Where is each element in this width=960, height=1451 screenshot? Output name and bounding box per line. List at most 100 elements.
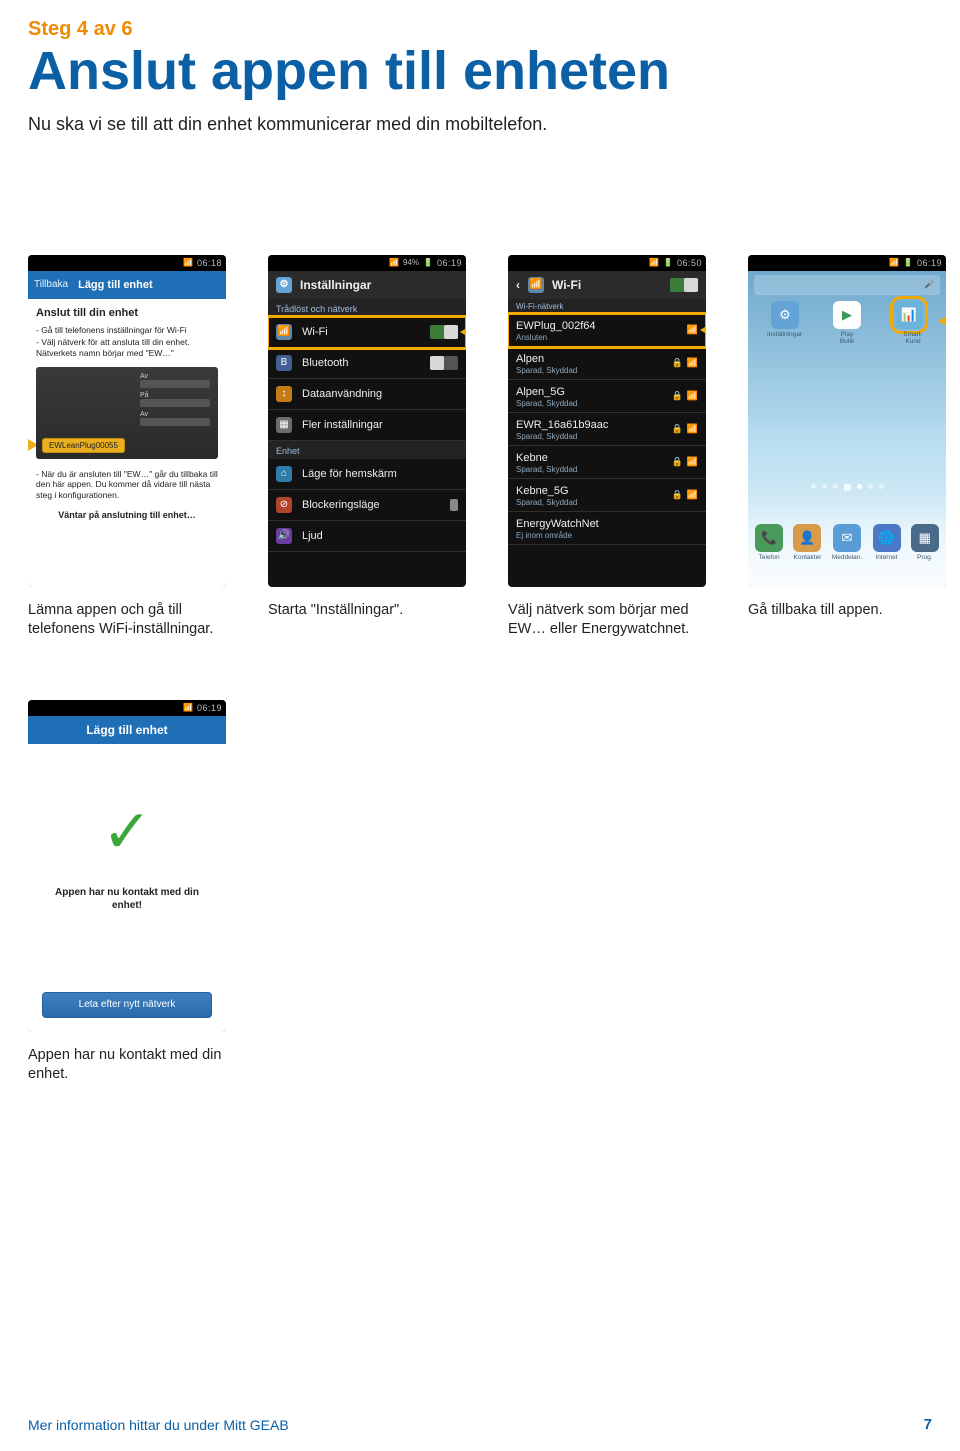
wifi-settings-preview: Av På Av EWLeanPlug00055 <box>36 367 218 459</box>
network-item[interactable]: EnergyWatchNet Ej inom område <box>508 512 706 545</box>
page-number: 7 <box>924 1416 932 1433</box>
success-body: ✓ Appen har nu kontakt med din enhet! Le… <box>28 744 226 1032</box>
caption: Gå tillbaka till appen. <box>748 601 946 621</box>
app-header: Tillbaka Lägg till enhet <box>28 271 226 299</box>
signal-icon: 📶 <box>389 258 399 267</box>
dock-internet[interactable]: 🌐 Internet <box>873 524 901 561</box>
phone-icon: 📞 <box>755 524 783 552</box>
footer-note: - När du är ansluten till "EW…" går du t… <box>36 469 218 501</box>
signal-icon: 📶 <box>649 258 659 267</box>
google-search-widget[interactable]: 🎤 <box>754 275 940 295</box>
network-item[interactable]: Alpen Sparad, Skyddad 🔒📶 <box>508 347 706 380</box>
dock-label: Prog. <box>917 554 933 561</box>
block-toggle[interactable] <box>450 499 458 511</box>
dock-label: Telefon <box>759 554 780 561</box>
network-item[interactable]: EWR_16a61b9aac Sparad, Skyddad 🔒📶 <box>508 413 706 446</box>
statusbar: 📶 06:19 <box>28 700 226 716</box>
home-wallpaper: 🎤 ⚙ ▶ 📊 Inställningar Play Butik Smart-K… <box>748 271 946 587</box>
app-play-store[interactable]: ▶ <box>833 301 861 329</box>
dock-messages[interactable]: ✉ Meddelan. <box>832 524 862 561</box>
clock: 06:19 <box>437 258 462 268</box>
list-item: - Gå till telefonens inställningar för W… <box>36 325 218 336</box>
wifi-toggle[interactable] <box>430 325 458 339</box>
header-title: Lägg till enhet <box>78 279 153 291</box>
network-item[interactable]: Alpen_5G Sparad, Skyddad 🔒📶 <box>508 380 706 413</box>
network-status: Ej inom område <box>516 531 698 540</box>
back-chevron-icon[interactable]: ‹ <box>516 278 520 292</box>
caption: Appen har nu kontakt med din enhet. <box>28 1046 226 1085</box>
settings-label: Blockeringsläge <box>302 499 440 511</box>
wifi-icon: 📶 <box>528 277 544 293</box>
screenshot-settings: 📶 94% 🔋 06:19 ⚙ Inställningar Trådlöst o… <box>268 255 466 587</box>
col-3: 📶 🔋 06:50 ‹ 📶 Wi-Fi Wi-Fi-nätverk EWPlug… <box>508 255 706 640</box>
network-item[interactable]: Kebne_5G Sparad, Skyddad 🔒📶 <box>508 479 706 512</box>
col-5: 📶 06:19 Lägg till enhet ✓ Appen har nu k… <box>28 700 226 1085</box>
wifi-icon: 📶 <box>276 324 292 340</box>
app-label: Inställningar <box>767 331 795 345</box>
battery-icon: 🔋 <box>423 258 433 267</box>
back-button[interactable]: Tillbaka <box>34 279 68 290</box>
screenshot-success: 📶 06:19 Lägg till enhet ✓ Appen har nu k… <box>28 700 226 1032</box>
network-item-highlight[interactable]: EWPlug_002f64 Ansluten 📶 <box>508 314 706 347</box>
network-status: Ansluten <box>516 333 698 342</box>
home-app-labels: Inställningar Play Butik Smart-Kund <box>748 331 946 345</box>
settings-row-home[interactable]: ⌂ Läge för hemskärm <box>268 459 466 490</box>
settings-row-data[interactable]: ↕ Dataanvändning <box>268 379 466 410</box>
app-smartkund[interactable]: 📊 <box>895 301 923 329</box>
settings-row-sound[interactable]: 🔊 Ljud <box>268 521 466 552</box>
clock: 06:19 <box>197 703 222 713</box>
settings-label: Fler inställningar <box>302 419 458 431</box>
statusbar: 📶 94% 🔋 06:19 <box>268 255 466 271</box>
footer-text: Mer information hittar du under Mitt GEA… <box>28 1417 289 1433</box>
network-item[interactable]: Kebne Sparad, Skyddad 🔒📶 <box>508 446 706 479</box>
wifi-signal-icon: 📶 <box>687 390 698 401</box>
globe-icon: 🌐 <box>873 524 901 552</box>
bluetooth-toggle[interactable] <box>430 356 458 370</box>
wifi-title: Wi-Fi <box>552 278 581 292</box>
clock: 06:18 <box>197 258 222 268</box>
signal-icon: 📶 <box>183 258 193 267</box>
dock-phone[interactable]: 📞 Telefon <box>755 524 783 561</box>
step-label: Steg 4 av 6 <box>28 18 932 41</box>
col-1: 📶 06:18 Tillbaka Lägg till enhet Anslut … <box>28 255 226 640</box>
wifi-header: ‹ 📶 Wi-Fi <box>508 271 706 299</box>
lock-icon: 🔒 <box>672 456 683 467</box>
battery-icon: 🔋 <box>903 258 913 267</box>
microphone-icon[interactable]: 🎤 <box>924 280 934 289</box>
clock: 06:50 <box>677 258 702 268</box>
section-label: Trådlöst och nätverk <box>268 299 466 317</box>
col-4: 📶 🔋 06:19 🎤 ⚙ ▶ 📊 Inställningar <box>748 255 946 640</box>
waiting-text: Väntar på anslutning till enhet… <box>36 510 218 520</box>
apps-grid-icon: ▦ <box>911 524 939 552</box>
screenshot-home: 📶 🔋 06:19 🎤 ⚙ ▶ 📊 Inställningar <box>748 255 946 587</box>
search-network-button[interactable]: Leta efter nytt nätverk <box>42 992 212 1018</box>
dock-contacts[interactable]: 👤 Kontakter <box>793 524 821 561</box>
lock-icon: 🔒 <box>672 423 683 434</box>
wifi-master-toggle[interactable] <box>670 278 698 292</box>
sound-icon: 🔊 <box>276 528 292 544</box>
header-title: Lägg till enhet <box>86 723 167 737</box>
statusbar: 📶 🔋 06:50 <box>508 255 706 271</box>
signal-icon: 📶 <box>183 703 193 712</box>
dock-apps[interactable]: ▦ Prog. <box>911 524 939 561</box>
wifi-signal-icon: 📶 <box>687 324 698 335</box>
app-settings[interactable]: ⚙ <box>771 301 799 329</box>
settings-row-block[interactable]: ⊘ Blockeringsläge <box>268 490 466 521</box>
page-indicator <box>748 484 946 491</box>
settings-label: Wi-Fi <box>302 326 420 338</box>
contacts-icon: 👤 <box>793 524 821 552</box>
wifi-signal-icon: 📶 <box>687 357 698 368</box>
settings-label: Dataanvändning <box>302 388 458 400</box>
screenshot-app-anslut: 📶 06:18 Tillbaka Lägg till enhet Anslut … <box>28 255 226 587</box>
screenshot-row-1: 📶 06:18 Tillbaka Lägg till enhet Anslut … <box>28 255 932 640</box>
settings-row-wifi[interactable]: 📶 Wi-Fi <box>268 317 466 348</box>
dock-label: Internet <box>875 554 897 561</box>
settings-row-bluetooth[interactable]: B Bluetooth <box>268 348 466 379</box>
signal-icon: 📶 <box>889 258 899 267</box>
screenshot-wifi-list: 📶 🔋 06:50 ‹ 📶 Wi-Fi Wi-Fi-nätverk EWPlug… <box>508 255 706 587</box>
settings-row-more[interactable]: ▦ Fler inställningar <box>268 410 466 441</box>
settings-label: Bluetooth <box>302 357 420 369</box>
gear-icon: ⚙ <box>276 277 292 293</box>
settings-header: ⚙ Inställningar <box>268 271 466 299</box>
wifi-subheader: Wi-Fi-nätverk <box>508 299 706 314</box>
